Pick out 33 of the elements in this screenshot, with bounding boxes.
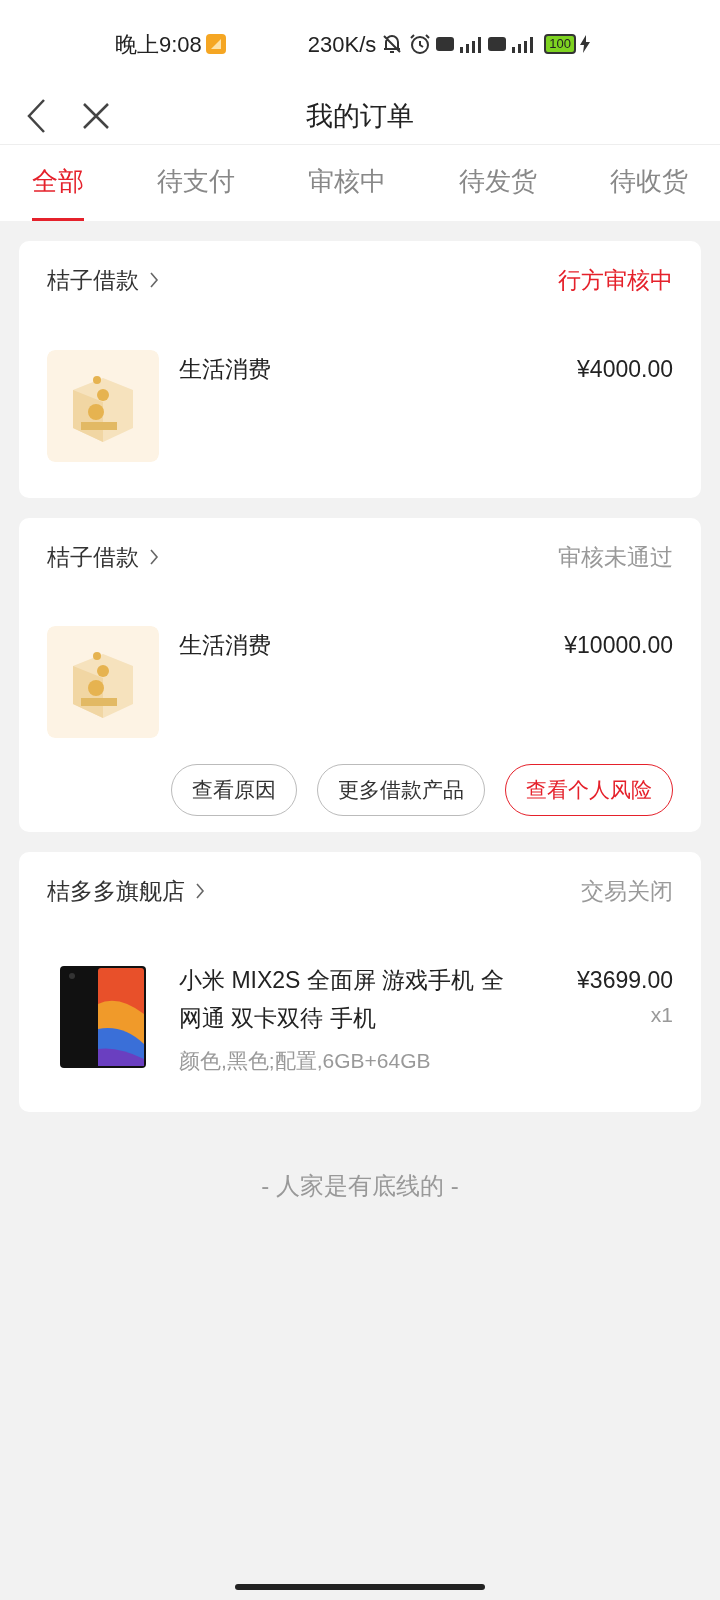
- order-tab[interactable]: 全部: [32, 145, 84, 221]
- network-speed: 230K/s: [307, 30, 377, 59]
- order-tab[interactable]: 待收货: [610, 145, 688, 221]
- chevron-right-icon: [149, 547, 159, 566]
- close-icon: [82, 102, 110, 130]
- coin-box-icon: [47, 626, 159, 738]
- order-tab[interactable]: 待支付: [157, 145, 235, 221]
- item-price: ¥3699.00: [577, 965, 673, 995]
- shop-link[interactable]: 桔子借款: [47, 539, 159, 574]
- order-tab[interactable]: 审核中: [308, 145, 386, 221]
- coin-box-icon: [47, 349, 159, 462]
- chevron-right-icon: [149, 271, 159, 290]
- item-price: ¥10000.00: [564, 631, 673, 660]
- shop-link[interactable]: 桔子借款: [47, 263, 159, 298]
- end-of-list-text: - 人家是有底线的 -: [261, 1171, 459, 1201]
- order-status: 审核未通过: [558, 542, 673, 572]
- order-tab[interactable]: 待发货: [459, 145, 537, 221]
- item-name: 生活消费: [179, 631, 272, 660]
- chevron-right-icon: [195, 882, 205, 901]
- item-price: ¥4000.00: [577, 354, 673, 384]
- item-name: 小米 MIX2S 全面屏 游戏手机 全网通 双卡双待 手机: [179, 965, 505, 1033]
- order-status: 交易关闭: [581, 877, 673, 906]
- item-quantity: x1: [650, 1001, 673, 1028]
- gallery-notification-icon: [205, 34, 226, 54]
- order-status: 行方审核中: [558, 266, 673, 295]
- status-time: 晚上9:08: [115, 30, 202, 59]
- back-icon: [26, 98, 46, 134]
- page-title: 我的订单: [306, 99, 414, 133]
- shop-link[interactable]: 桔多多旗舰店: [47, 874, 205, 909]
- item-name: 生活消费: [179, 354, 272, 384]
- item-spec: 颜色,黑色;配置,6GB+64GB: [179, 1047, 432, 1074]
- charging-icon: [580, 35, 591, 53]
- battery-level: 100: [544, 34, 577, 54]
